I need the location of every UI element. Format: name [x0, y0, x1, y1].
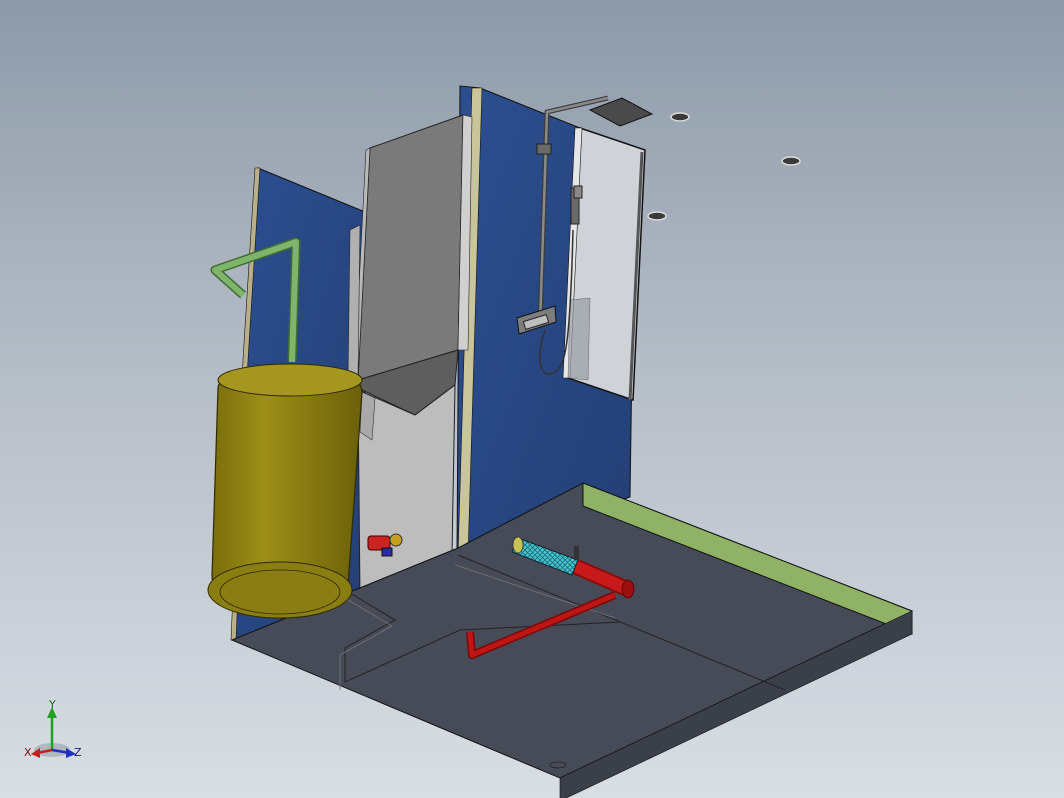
z-axis-label: Z — [74, 746, 82, 759]
x-axis-label: X — [24, 746, 32, 759]
partition-block[interactable] — [347, 114, 473, 601]
axis-triad: Y X Z — [24, 700, 82, 759]
y-axis-label: Y — [48, 700, 56, 711]
3d-model-viewport[interactable] — [0, 0, 1064, 798]
water-heater-tank[interactable] — [207, 363, 363, 619]
glass-shower-screen[interactable] — [562, 126, 646, 402]
ceiling-downlights[interactable] — [647, 112, 801, 221]
